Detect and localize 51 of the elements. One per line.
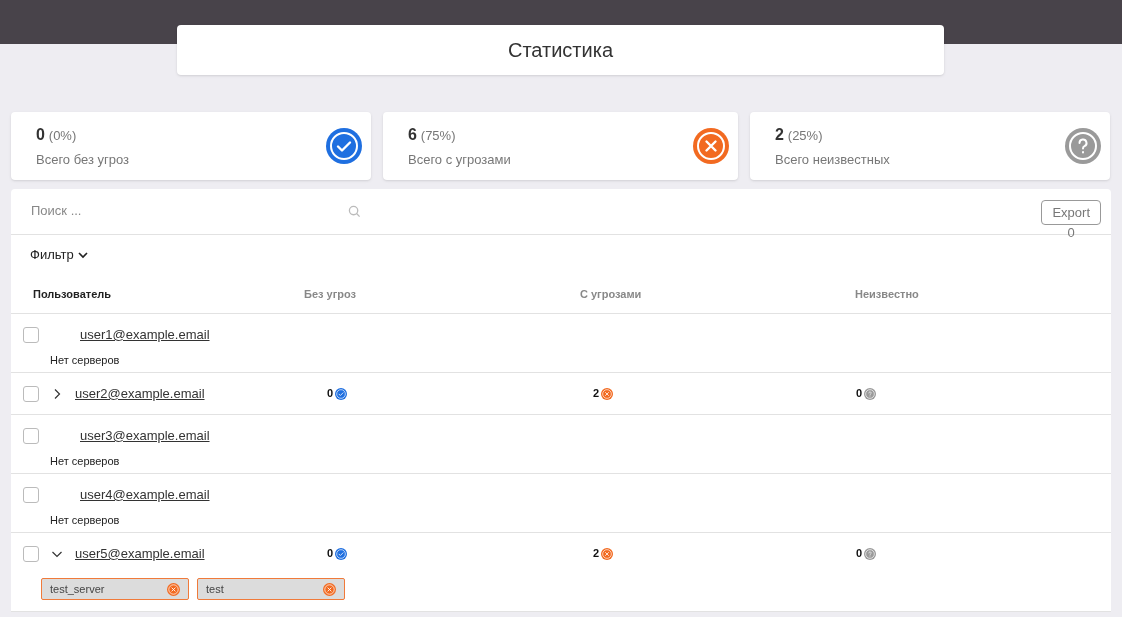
x-circle-icon	[693, 128, 729, 164]
summary-count: 2 (25%)	[775, 124, 824, 145]
server-tag[interactable]: test_server	[41, 578, 189, 600]
no-servers-text: Нет серверов	[50, 514, 120, 526]
stat-count: 2	[593, 546, 600, 562]
row-checkbox[interactable]	[23, 545, 39, 562]
search-field[interactable]: Поиск ...	[31, 201, 321, 221]
export-count: 0	[1067, 225, 1075, 241]
summary-count: 0 (0%)	[36, 124, 78, 145]
server-name: test_server	[50, 581, 105, 597]
summary-label: Всего с угрозами	[408, 150, 511, 169]
check-circle-icon	[335, 547, 348, 560]
row-checkbox[interactable]	[23, 326, 39, 343]
check-circle-icon	[326, 128, 362, 164]
user-email-link[interactable]: user2@example.email	[75, 383, 205, 404]
stat-count: 0	[327, 386, 334, 402]
stat-count: 0	[856, 386, 863, 402]
summary-count: 6 (75%)	[408, 124, 457, 145]
column-header: Без угроз	[304, 286, 357, 302]
stat-count: 0	[327, 546, 334, 562]
x-circle-icon	[601, 387, 614, 400]
export-button[interactable]: Export	[1041, 200, 1101, 225]
row-checkbox[interactable]	[23, 385, 39, 402]
search-icon	[348, 204, 361, 218]
summary-label: Всего без угроз	[36, 150, 130, 169]
page-title: Статистика	[507, 38, 613, 63]
stat-count: 2	[593, 386, 600, 402]
question-circle-icon	[864, 387, 877, 400]
server-tag[interactable]: test	[197, 578, 345, 600]
filter-dropdown[interactable]: Фильтр	[30, 245, 88, 265]
check-circle-icon	[335, 387, 348, 400]
x-circle-icon	[323, 582, 336, 596]
column-header: С угрозами	[580, 286, 643, 302]
x-circle-icon	[601, 547, 614, 560]
question-circle-icon	[1065, 128, 1101, 164]
user-email-link[interactable]: user4@example.email	[80, 484, 210, 505]
summary-label: Всего неизвестных	[775, 150, 890, 169]
stat-count: 0	[856, 546, 863, 562]
server-name: test	[206, 581, 224, 597]
chevron-down-icon	[77, 251, 88, 259]
column-header: Пользователь	[32, 286, 112, 302]
user-email-link[interactable]: user1@example.email	[80, 324, 210, 345]
no-servers-text: Нет серверов	[50, 354, 120, 366]
column-header: Неизвестно	[855, 286, 920, 302]
user-email-link[interactable]: user3@example.email	[80, 425, 210, 446]
question-circle-icon	[864, 547, 877, 560]
row-checkbox[interactable]	[23, 486, 39, 503]
no-servers-text: Нет серверов	[50, 455, 120, 467]
user-email-link[interactable]: user5@example.email	[75, 543, 205, 564]
row-checkbox[interactable]	[23, 427, 39, 444]
x-circle-icon	[167, 582, 180, 596]
